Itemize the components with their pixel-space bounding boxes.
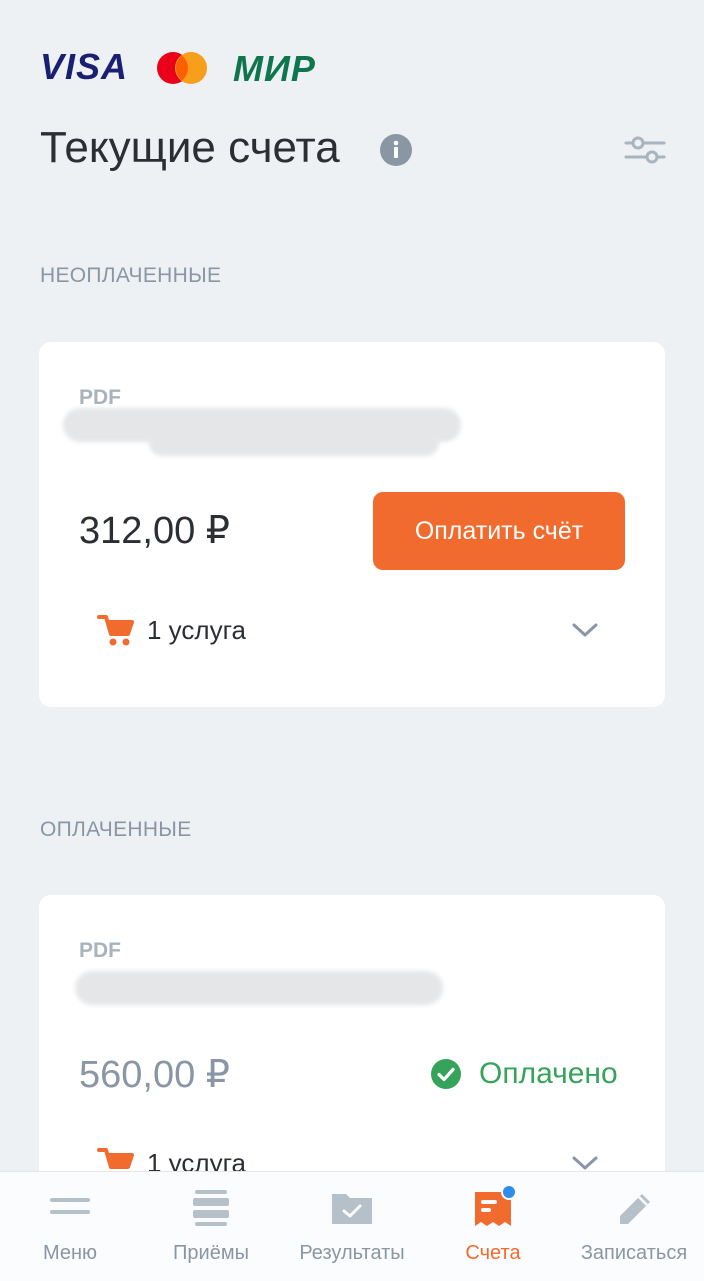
nav-item-menu[interactable]: Меню — [0, 1172, 140, 1281]
invoices-icon — [475, 1186, 517, 1226]
services-row[interactable]: 1 услуга — [97, 610, 246, 650]
nav-label: Счета — [465, 1242, 521, 1264]
check-circle-icon — [431, 1059, 461, 1089]
pdf-label[interactable]: PDF — [79, 386, 121, 410]
chevron-down-icon[interactable] — [570, 1153, 600, 1173]
page-title: Текущие счета — [40, 123, 340, 172]
paid-status: Оплачено — [431, 1057, 618, 1091]
invoice-amount: 560,00 ₽ — [79, 1054, 230, 1096]
invoice-amount: 312,00 ₽ — [79, 510, 230, 552]
nav-item-book[interactable]: Записаться — [564, 1172, 704, 1281]
nav-item-invoices[interactable]: Счета — [423, 1172, 563, 1281]
section-label-paid: ОПЛАЧЕННЫЕ — [40, 818, 192, 841]
redacted-invoice-title-line2 — [149, 430, 439, 456]
visa-logo: VISA — [40, 46, 129, 87]
mir-logo: МИР — [233, 48, 316, 89]
pencil-icon — [620, 1194, 650, 1224]
chevron-down-icon[interactable] — [570, 620, 600, 640]
results-folder-icon — [332, 1194, 372, 1224]
pdf-label[interactable]: PDF — [79, 939, 121, 963]
invoice-card-paid: PDF 560,00 ₽ Оплачено 1 услуга — [39, 895, 665, 1185]
services-count: 1 услуга — [147, 614, 246, 645]
info-icon[interactable] — [380, 134, 412, 166]
redacted-invoice-title — [75, 971, 443, 1005]
nav-label: Приёмы — [173, 1242, 249, 1264]
mastercard-logo — [157, 52, 207, 84]
filter-settings-icon[interactable] — [624, 134, 666, 166]
section-label-unpaid: НЕОПЛАЧЕННЫЕ — [40, 264, 222, 287]
cart-icon — [97, 615, 134, 646]
appointments-icon — [193, 1190, 229, 1226]
nav-item-appointments[interactable]: Приёмы — [141, 1172, 281, 1281]
nav-label: Результаты — [299, 1242, 405, 1264]
nav-item-results[interactable]: Результаты — [282, 1172, 422, 1281]
invoice-card-unpaid: PDF 312,00 ₽ Оплатить счёт 1 услуга — [39, 342, 665, 707]
notification-badge — [501, 1186, 517, 1200]
paid-status-label: Оплачено — [479, 1057, 618, 1090]
bottom-nav: Меню Приёмы Результаты Счета Записаться — [0, 1171, 704, 1281]
nav-label: Меню — [42, 1242, 98, 1264]
menu-icon — [50, 1198, 90, 1214]
pay-invoice-button[interactable]: Оплатить счёт — [373, 492, 625, 570]
nav-label: Записаться — [580, 1242, 688, 1264]
